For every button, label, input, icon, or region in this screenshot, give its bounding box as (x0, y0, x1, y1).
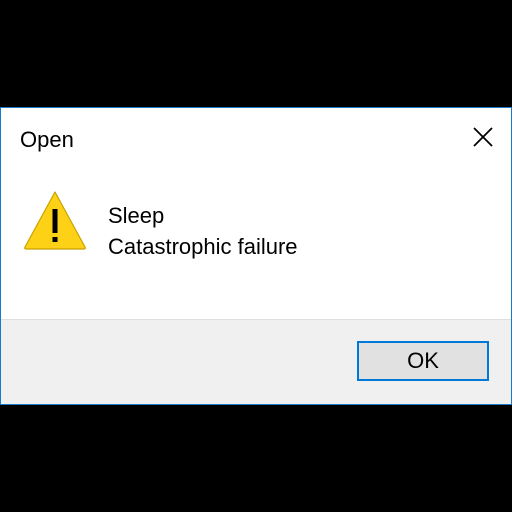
close-icon (473, 127, 493, 147)
message-line: Sleep (108, 203, 165, 228)
message-text: Sleep Catastrophic failure (108, 200, 298, 262)
ok-button[interactable]: OK (357, 341, 489, 381)
dialog-footer: OK (1, 319, 511, 404)
title-bar[interactable]: Open (1, 108, 511, 170)
dialog-content: Sleep Catastrophic failure (1, 170, 511, 319)
message-dialog: Open Sleep Catastrophic failure OK (0, 107, 512, 405)
screen: Open Sleep Catastrophic failure OK (0, 0, 512, 512)
dialog-title: Open (20, 127, 74, 152)
message-line: Catastrophic failure (108, 234, 298, 259)
ok-button-label: OK (407, 348, 439, 373)
close-button[interactable] (465, 120, 501, 156)
warning-icon (22, 189, 88, 251)
